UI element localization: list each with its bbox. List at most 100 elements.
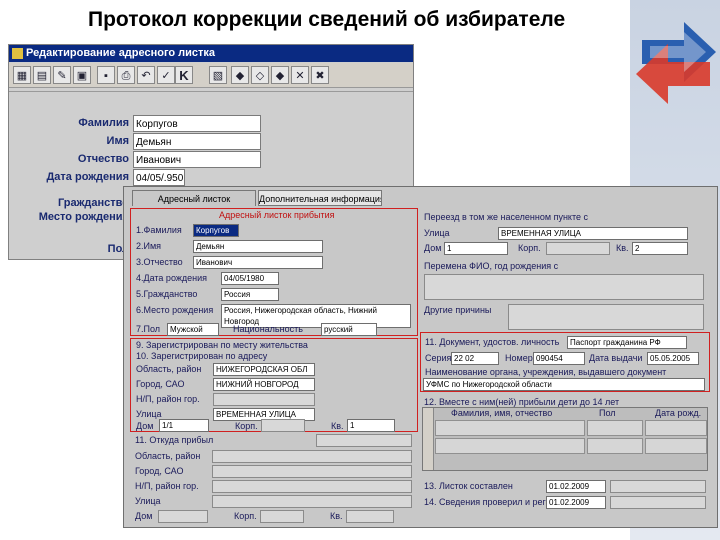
children-cell[interactable] <box>645 438 707 454</box>
verified-date-field[interactable]: 01.02.2009 <box>546 496 606 509</box>
departure-house-field[interactable] <box>158 510 208 523</box>
arrival-surname-field[interactable]: Корпугов <box>193 224 239 237</box>
change-field[interactable] <box>424 274 704 300</box>
departure-city-label: Город, САО <box>135 466 184 476</box>
tab-additional-info[interactable]: Дополнительная информация <box>258 190 382 206</box>
moved-street-field[interactable]: ВРЕМЕННАЯ УЛИЦА <box>498 227 688 240</box>
departure-np-label: Н/П, район гор. <box>135 481 199 491</box>
arrival-nationality-label: Национальность <box>233 324 303 334</box>
check-icon[interactable]: ✓ <box>157 66 175 84</box>
arrival-name-field[interactable]: Демьян <box>193 240 323 253</box>
arrival-patronymic-field[interactable]: Иванович <box>193 256 323 269</box>
residence-street-label: Улица <box>136 409 162 419</box>
children-scrollbar[interactable] <box>423 408 434 470</box>
residence-section: 9. Зарегистрирован по месту жительства 1… <box>130 338 418 432</box>
children-cell[interactable] <box>645 420 707 436</box>
arrival-patronymic-label: 3.Отчество <box>136 257 183 267</box>
slide-title: Протокол коррекции сведений об избирател… <box>88 8 566 31</box>
surname-field[interactable]: Корпугов <box>133 115 261 132</box>
residence-city-field[interactable]: НИЖНИЙ НОВГОРОД <box>213 378 315 391</box>
arrival-header: Адресный листок прибытия <box>219 210 335 220</box>
arrival-name-label: 2.Имя <box>136 241 162 251</box>
residence-korp-label: Корп. <box>235 421 258 431</box>
residence-line-9: 9. Зарегистрирован по месту жительства <box>136 340 308 350</box>
grid-icon[interactable]: ▦ <box>13 66 31 84</box>
surname-label: Фамилия <box>78 117 129 129</box>
children-cell[interactable] <box>587 420 643 436</box>
departure-street-field[interactable] <box>212 495 412 508</box>
departure-region-label: Область, район <box>135 451 201 461</box>
edit-icon[interactable]: ✎ <box>53 66 71 84</box>
name-field[interactable]: Демьян <box>133 133 261 150</box>
children-cell[interactable] <box>435 438 585 454</box>
issuing-org-field[interactable]: УФМС по Нижегородской области <box>423 378 705 391</box>
compiled-date-field[interactable]: 01.02.2009 <box>546 480 606 493</box>
arrival-citizenship-field[interactable]: Россия <box>221 288 279 301</box>
birthplace-line-1: Россия, Нижегородская область, Нижний <box>224 306 378 315</box>
residence-region-field[interactable]: НИЖЕГОРОДСКАЯ ОБЛ <box>213 363 315 376</box>
first-record-icon[interactable]: ◆ <box>231 66 249 84</box>
children-col-sex: Пол <box>599 408 616 418</box>
image-icon[interactable]: ▧ <box>209 66 227 84</box>
issuing-org-label: Наименование органа, учреждения, выдавше… <box>425 367 667 377</box>
departure-street-label: Улица <box>135 496 161 506</box>
moved-house-field[interactable]: 1 <box>444 242 508 255</box>
departure-city-field[interactable] <box>212 465 412 478</box>
residence-city-label: Город, САО <box>136 379 185 389</box>
sex-label: Пол <box>107 243 129 255</box>
cancel-icon[interactable]: ✖ <box>311 66 329 84</box>
moved-korp-field[interactable] <box>546 242 610 255</box>
arrival-sex-field[interactable]: Мужской <box>167 323 219 336</box>
series-field[interactable]: 22 02 <box>451 352 499 365</box>
departure-kv-field[interactable] <box>346 510 394 523</box>
children-col-name: Фамилия, имя, отчество <box>451 408 553 418</box>
residence-np-field[interactable] <box>213 393 315 406</box>
address-sheet-window: Адресный листок Дополнительная информаци… <box>123 186 718 528</box>
residence-line-10: 10. Зарегистрирован по адресу <box>136 351 268 361</box>
residence-house-field[interactable]: 1/1 <box>159 419 209 432</box>
patronymic-field[interactable]: Иванович <box>133 151 261 168</box>
save-icon[interactable]: ▪ <box>97 66 115 84</box>
departure-from-field[interactable] <box>316 434 412 447</box>
arrival-birthdate-field[interactable]: 04/05/1980 <box>221 272 279 285</box>
footer-section: 13. Листок составлен 01.02.2009 14. Свед… <box>422 477 712 517</box>
departure-np-field[interactable] <box>212 480 412 493</box>
residence-np-label: Н/П, район гор. <box>136 394 200 404</box>
arrival-nationality-field[interactable]: русский <box>321 323 377 336</box>
document-type-field[interactable]: Паспорт гражданина РФ <box>567 336 687 349</box>
residence-korp-field[interactable] <box>261 419 305 432</box>
departure-korp-label: Корп. <box>234 511 257 521</box>
moved-house-label: Дом <box>424 243 442 253</box>
undo-icon[interactable]: ↶ <box>137 66 155 84</box>
arrival-birthplace-label: 6.Место рождения <box>136 305 214 315</box>
birthdate-field[interactable]: 04/05/.950 <box>133 169 185 186</box>
verified-by-field[interactable] <box>610 496 706 509</box>
k-button[interactable]: K <box>175 66 193 84</box>
window-title: Редактирование адресного листка <box>26 47 216 59</box>
note-icon[interactable]: ▣ <box>73 66 91 84</box>
departure-korp-field[interactable] <box>260 510 304 523</box>
moved-kv-field[interactable]: 2 <box>632 242 688 255</box>
arrows-logo <box>636 22 716 104</box>
next-record-icon[interactable]: ◆ <box>271 66 289 84</box>
document-section: 11. Документ, удостов. личность Паспорт … <box>420 332 710 392</box>
residence-kv-field[interactable]: 1 <box>347 419 395 432</box>
other-reasons-field[interactable] <box>508 304 704 330</box>
name-label: Имя <box>106 135 129 147</box>
prev-record-icon[interactable]: ◇ <box>251 66 269 84</box>
change-header: Перемена ФИО, год рождения с <box>424 261 559 271</box>
compiled-by-field[interactable] <box>610 480 706 493</box>
print-icon[interactable]: ⎙ <box>117 66 135 84</box>
issue-date-label: Дата выдачи <box>589 353 643 363</box>
last-record-icon[interactable]: ✕ <box>291 66 309 84</box>
patronymic-label: Отчество <box>77 153 129 165</box>
tab-address-sheet[interactable]: Адресный листок <box>132 190 256 206</box>
number-field[interactable]: 090454 <box>533 352 585 365</box>
table-icon[interactable]: ▤ <box>33 66 51 84</box>
arrival-section: Адресный листок прибытия 1.Фамилия Корпу… <box>130 208 418 336</box>
children-cell[interactable] <box>435 420 585 436</box>
issue-date-field[interactable]: 05.05.2005 <box>647 352 699 365</box>
children-cell[interactable] <box>587 438 643 454</box>
departure-region-field[interactable] <box>212 450 412 463</box>
series-label: Серия <box>425 353 452 363</box>
